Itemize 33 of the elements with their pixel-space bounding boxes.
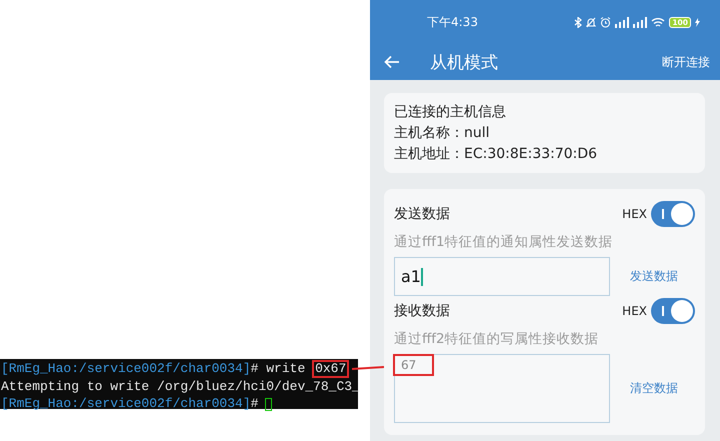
bluetooth-icon xyxy=(574,16,582,28)
cursor-icon xyxy=(265,398,272,410)
hex-toggle[interactable] xyxy=(651,298,695,324)
disconnect-button[interactable]: 断开连接 xyxy=(662,54,710,70)
signal-icon xyxy=(615,16,630,28)
highlighted-value: 0x67 xyxy=(313,361,348,377)
hint-text: 通过fff2特征值的写属性接收数据 xyxy=(394,330,600,348)
terminal-command: # xyxy=(250,396,258,412)
signal-icon xyxy=(633,16,648,28)
card-title: 已连接的主机信息 xyxy=(394,103,507,122)
leader-line xyxy=(352,365,384,371)
screen-title: 从机模式 xyxy=(430,52,499,74)
back-arrow-icon[interactable] xyxy=(384,55,400,69)
muted-bell-icon xyxy=(586,16,596,28)
alarm-icon xyxy=(600,16,612,28)
hint-text: 通过fff1特征值的通知属性发送数据 xyxy=(394,233,614,251)
send-button[interactable]: 发送数据 xyxy=(630,268,678,285)
host-info-line: 主机地址：EC:30:8E:33:70:D6 xyxy=(394,145,598,164)
terminal-command: # write xyxy=(250,361,306,377)
charging-icon xyxy=(695,18,700,26)
terminal-prompt: [RmEg_Hao:/service002f/char0034] xyxy=(1,396,251,412)
wifi-icon xyxy=(651,16,666,28)
status-time: 下午4:33 xyxy=(427,14,478,30)
hex-label: HEX xyxy=(622,304,647,318)
clear-button[interactable]: 清空数据 xyxy=(630,380,678,397)
hex-toggle[interactable] xyxy=(651,201,695,227)
section-title: 接收数据 xyxy=(394,302,450,320)
host-info-line: 主机名称：null xyxy=(394,124,491,143)
receive-field[interactable]: 67 xyxy=(394,354,610,423)
section-title: 发送数据 xyxy=(394,205,450,223)
input-field[interactable]: a1 xyxy=(394,257,610,296)
terminal-prompt: [RmEg_Hao:/service002f/char0034] xyxy=(1,361,251,377)
hex-label: HEX xyxy=(622,207,647,221)
